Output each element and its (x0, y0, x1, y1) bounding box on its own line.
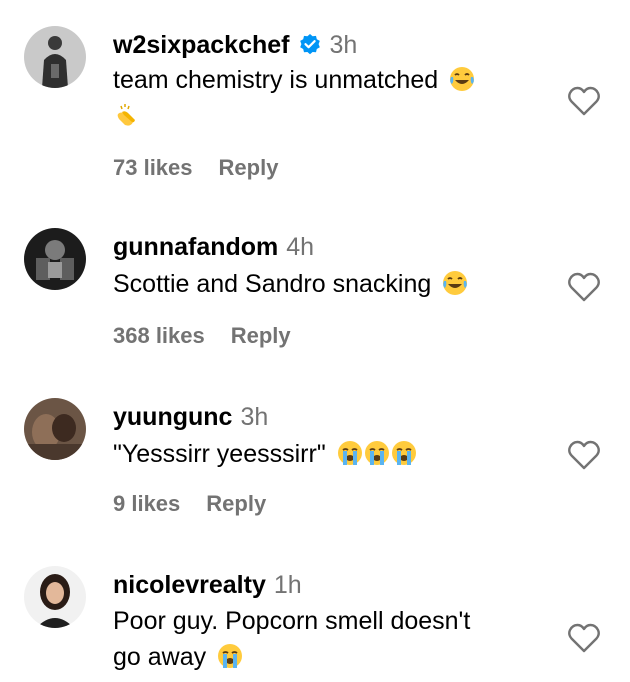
heart-icon[interactable] (567, 622, 601, 654)
comment-header: nicolevrealty 1h (113, 570, 302, 600)
avatar[interactable] (24, 566, 86, 628)
username[interactable]: w2sixpackchef (113, 30, 290, 60)
comment-body: Scottie and Sandro snacking (113, 270, 432, 298)
comment: w2sixpackchef 3h team chemistry is unmat… (0, 0, 630, 200)
timestamp[interactable]: 1h (274, 570, 302, 600)
face-with-tears-of-joy-icon (449, 66, 475, 92)
comment-body-line-1: Poor guy. Popcorn smell doesn't (113, 607, 471, 635)
reply-button[interactable]: Reply (206, 491, 266, 517)
avatar[interactable] (24, 228, 86, 290)
comment-text: Poor guy. Popcorn smell doesn't go away (113, 603, 543, 675)
verified-badge-icon (298, 33, 322, 57)
comment: yuungunc 3h "Yesssirr yeesssirr" 9 likes… (0, 370, 630, 540)
heart-icon[interactable] (567, 271, 601, 303)
comment: nicolevrealty 1h Poor guy. Popcorn smell… (0, 540, 630, 682)
comment-body: "Yesssirr yeesssirr" (113, 440, 326, 468)
timestamp[interactable]: 3h (330, 30, 358, 60)
comment-body-line-2: go away (113, 643, 207, 671)
username[interactable]: gunnafandom (113, 232, 278, 262)
likes-count[interactable]: 73 likes (113, 155, 193, 181)
reply-button[interactable]: Reply (231, 323, 291, 349)
comment-header: gunnafandom 4h (113, 232, 314, 262)
loudly-crying-face-icon (364, 440, 390, 466)
username[interactable]: nicolevrealty (113, 570, 266, 600)
comment-actions: 368 likes Reply (113, 323, 291, 349)
reply-button[interactable]: Reply (219, 155, 279, 181)
comment-text: team chemistry is unmatched (113, 62, 543, 134)
clapping-hands-icon (113, 102, 139, 128)
comment-header: w2sixpackchef 3h (113, 30, 357, 60)
username[interactable]: yuungunc (113, 402, 232, 432)
comment-actions: 9 likes Reply (113, 491, 266, 517)
loudly-crying-face-icon (337, 440, 363, 466)
comment-body: team chemistry is unmatched (113, 66, 439, 94)
comment-header: yuungunc 3h (113, 402, 268, 432)
comment-actions: 73 likes Reply (113, 155, 278, 181)
heart-icon[interactable] (567, 439, 601, 471)
avatar[interactable] (24, 398, 86, 460)
comment: gunnafandom 4h Scottie and Sandro snacki… (0, 200, 630, 370)
timestamp[interactable]: 4h (286, 232, 314, 262)
comment-text: "Yesssirr yeesssirr" (113, 436, 543, 472)
loudly-crying-face-icon (391, 440, 417, 466)
heart-icon[interactable] (567, 85, 601, 117)
timestamp[interactable]: 3h (240, 402, 268, 432)
comment-text: Scottie and Sandro snacking (113, 266, 543, 302)
likes-count[interactable]: 9 likes (113, 491, 180, 517)
face-with-tears-of-joy-icon (442, 270, 468, 296)
avatar[interactable] (24, 26, 86, 88)
likes-count[interactable]: 368 likes (113, 323, 205, 349)
loudly-crying-face-icon (217, 643, 243, 669)
